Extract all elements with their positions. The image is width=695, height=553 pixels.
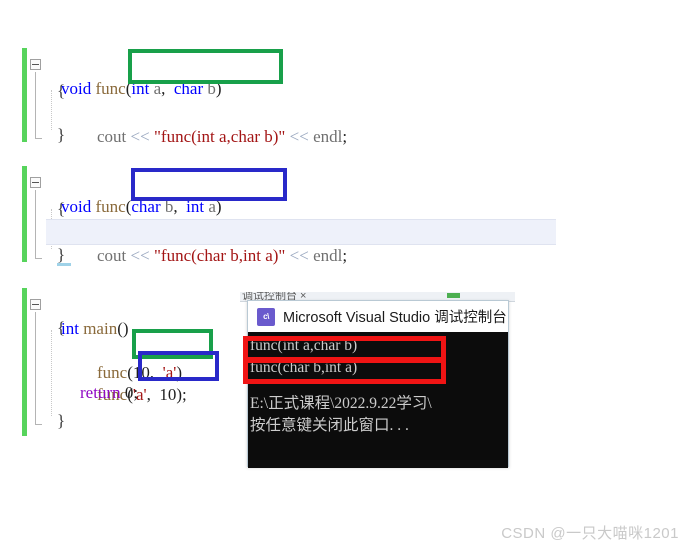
token-semicolon-2: ; (342, 246, 348, 265)
code-line-func1-close-brace[interactable]: } (57, 123, 65, 147)
fold-bracket-func2 (35, 190, 36, 258)
token-keyword-void-2: void (61, 197, 92, 216)
token-punct: ); (176, 385, 187, 404)
fold-bracket-hook-func2 (35, 258, 42, 259)
token-cout: cout (97, 127, 127, 146)
fold-bracket-hook-func1 (35, 138, 42, 139)
annotation-red-output-line-2 (243, 358, 446, 384)
change-bar-main (22, 288, 27, 436)
annotation-green-func1-params (128, 49, 283, 84)
annotation-blue-func2-params (131, 168, 287, 201)
change-bar-func1 (22, 48, 27, 142)
token-main-parens: () (117, 319, 129, 338)
code-line-main-open-brace[interactable]: { (57, 316, 65, 340)
annotation-blue-main-call2 (138, 351, 219, 381)
token-function-name: func (95, 79, 126, 98)
token-shift-2: << (289, 127, 309, 146)
change-bar-func2 (22, 166, 27, 262)
token-endl-2: endl (313, 246, 343, 265)
console-titlebar[interactable]: c\ Microsoft Visual Studio 调试控制台 (248, 301, 508, 332)
token-shift-1: << (130, 127, 150, 146)
console-prompt-line: 按任意键关闭此窗口. . . (250, 417, 409, 434)
console-path-line: E:\正式课程\2022.9.22学习\ (250, 395, 432, 412)
fold-bracket-hook-main (35, 424, 42, 425)
token-string-func1: "func(int a,char b)" (153, 127, 286, 146)
token-keyword-void: void (61, 79, 92, 98)
csdn-watermark: CSDN @一只大喵咪1201 (501, 525, 679, 542)
caret-underline (57, 263, 71, 266)
console-window-title: Microsoft Visual Studio 调试控制台 (283, 310, 507, 326)
fold-toggle-func1[interactable] (30, 59, 41, 70)
token-shift-4: << (289, 246, 309, 265)
token-punct: , (146, 385, 160, 404)
fold-bracket-main (35, 312, 36, 424)
code-line-func1-body[interactable]: cout << "func(int a,char b)" << endl; (80, 101, 347, 146)
console-app-icon: c\ (257, 307, 275, 326)
token-endl: endl (313, 127, 343, 146)
code-line-main-close-brace[interactable]: } (57, 409, 65, 433)
fold-toggle-func2[interactable] (30, 177, 41, 188)
code-line-func1-open-brace[interactable]: { (57, 79, 65, 103)
code-line-main-signature[interactable]: int main() (44, 293, 129, 338)
token-number: 10 (159, 385, 177, 404)
fold-bracket-func1 (35, 72, 36, 138)
vs-tabbar-green-marker (447, 293, 460, 298)
token-function-main: main (83, 319, 118, 338)
token-keyword-return: return (80, 383, 125, 402)
token-semicolon-1: ; (342, 127, 348, 146)
code-line-func2-open-brace[interactable]: { (57, 197, 65, 221)
token-function-name-2: func (95, 197, 126, 216)
code-line-main-return[interactable]: return 0; (80, 381, 138, 405)
token-shift-3: << (130, 246, 150, 265)
fold-toggle-main[interactable] (30, 299, 41, 310)
token-return-value: 0; (124, 383, 139, 402)
code-line-func2-body[interactable]: cout << "func(char b,int a)" << endl; (80, 220, 347, 265)
token-string-func2: "func(char b,int a)" (153, 246, 286, 265)
token-cout-2: cout (97, 246, 127, 265)
